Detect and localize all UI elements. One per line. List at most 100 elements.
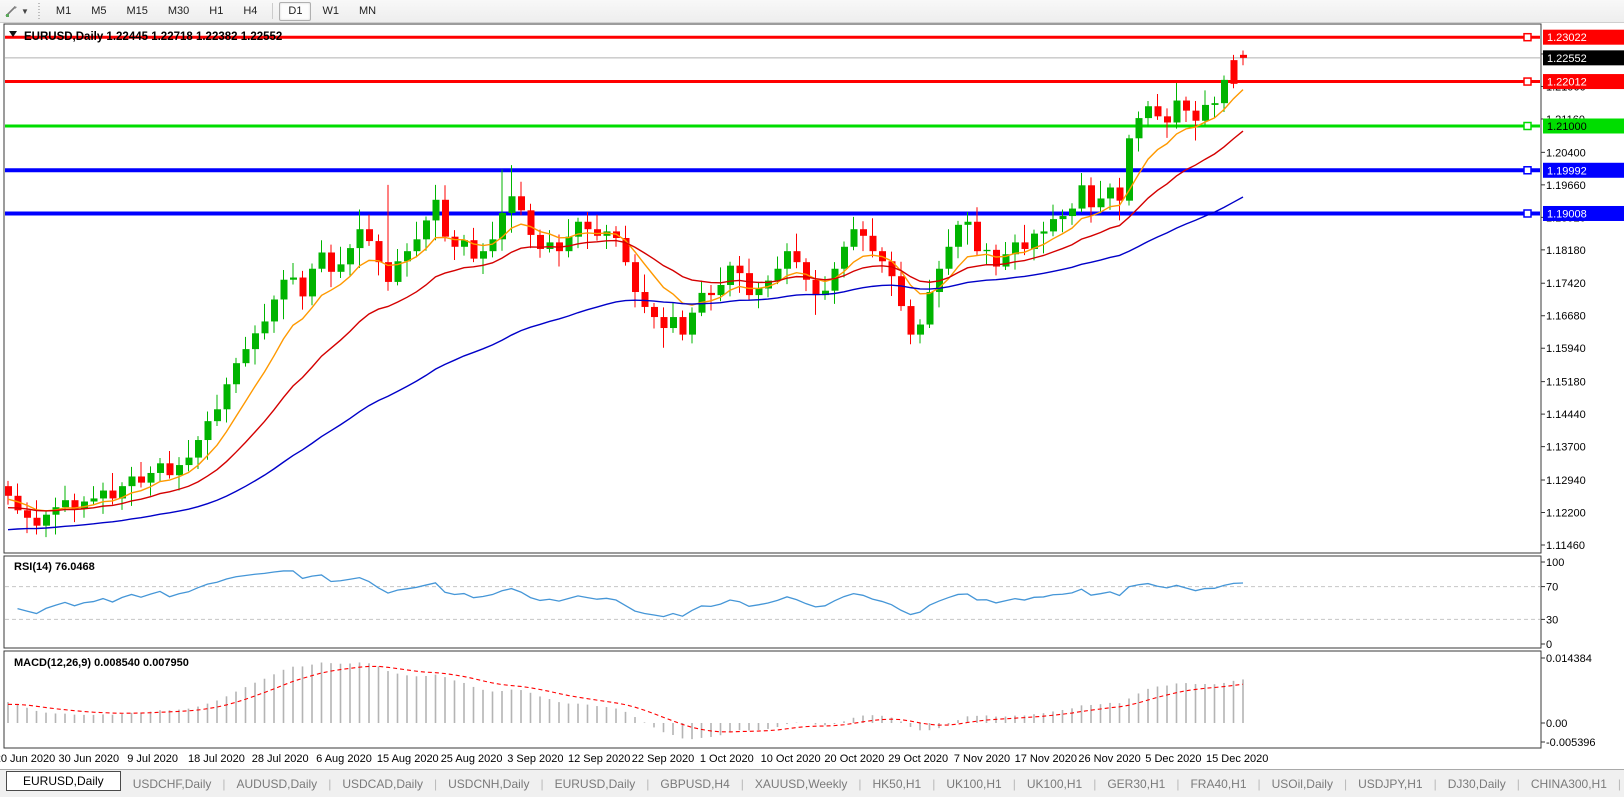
tab-gbpusd-h4[interactable]: GBPUSD,H4: [650, 774, 739, 794]
tab-ger30-h1[interactable]: GER30,H1: [1097, 774, 1175, 794]
candle-body: [737, 266, 744, 273]
candle-body: [224, 384, 231, 409]
timeframe-button-m15[interactable]: M15: [117, 2, 156, 21]
tab-usdjpy-h1[interactable]: USDJPY,H1: [1348, 774, 1432, 794]
candle-body: [262, 321, 269, 333]
candle-body: [1155, 106, 1162, 116]
timeframe-button-m1[interactable]: M1: [47, 2, 80, 21]
candle-body: [43, 515, 50, 526]
timeframe-button-mn[interactable]: MN: [350, 2, 385, 21]
candle-body: [661, 317, 668, 328]
date-label: 29 Oct 2020: [888, 753, 948, 765]
chevron-down-icon: ▼: [21, 7, 29, 16]
date-label: 15 Aug 2020: [377, 753, 439, 765]
candle-body: [1098, 198, 1105, 207]
line-endpoint-marker[interactable]: [1524, 210, 1531, 217]
candle-body: [642, 292, 649, 307]
tab-china300-h1[interactable]: CHINA300,H1: [1521, 774, 1617, 794]
candle-body: [490, 239, 497, 251]
chart-canvas[interactable]: EURUSD,Daily 1.22445 1.22718 1.22382 1.2…: [0, 0, 1624, 796]
candle-body: [984, 250, 991, 251]
line-endpoint-marker[interactable]: [1524, 123, 1531, 130]
candle-body: [1079, 185, 1086, 208]
candle-body: [110, 491, 117, 499]
main-price-pane: [4, 24, 1541, 553]
toolbar-grip[interactable]: [37, 3, 42, 19]
candle-body: [91, 498, 98, 501]
candle-body: [1117, 187, 1124, 200]
candle-body: [243, 349, 250, 363]
candle-body: [718, 285, 725, 295]
candle-body: [946, 247, 953, 269]
price-tick-label: 1.15180: [1546, 377, 1586, 389]
tab-eurusd-daily[interactable]: EURUSD,Daily: [6, 771, 121, 791]
candle-body: [746, 273, 753, 295]
candle-body: [965, 222, 972, 225]
timeframe-button-m30[interactable]: M30: [159, 2, 198, 21]
tab-dj30-daily[interactable]: DJ30,Daily: [1438, 774, 1516, 794]
price-badge-label: 1.22012: [1547, 77, 1587, 89]
candle-body: [347, 248, 354, 264]
date-label: 5 Dec 2020: [1145, 753, 1201, 765]
candle-body: [813, 280, 820, 295]
line-endpoint-marker[interactable]: [1524, 34, 1531, 41]
candle-body: [908, 306, 915, 335]
candle-body: [1231, 60, 1238, 84]
date-label: 28 Jul 2020: [252, 753, 309, 765]
timeframe-button-w1[interactable]: W1: [313, 2, 348, 21]
candle-body: [651, 307, 658, 317]
line-endpoint-marker[interactable]: [1524, 78, 1531, 85]
date-label: 15 Dec 2020: [1206, 753, 1268, 765]
timeframe-button-h4[interactable]: H4: [234, 2, 266, 21]
candle-body: [366, 229, 373, 241]
price-tick-label: 1.19660: [1546, 180, 1586, 192]
tab-usdcad-daily[interactable]: USDCAD,Daily: [332, 774, 433, 794]
candle-body: [756, 289, 763, 296]
candle-body: [917, 325, 924, 335]
tab-uk100-h1[interactable]: UK100,H1: [1017, 774, 1092, 794]
candle-body: [138, 476, 145, 482]
candle-body: [252, 333, 259, 349]
candle-body: [670, 317, 677, 328]
candle-body: [566, 237, 573, 251]
tab-eurusd-daily[interactable]: EURUSD,Daily: [545, 774, 646, 794]
price-tick-label: 1.14440: [1546, 409, 1586, 421]
rsi-axis-label: 100: [1546, 557, 1564, 569]
macd-label: MACD(12,26,9) 0.008540 0.007950: [14, 657, 189, 669]
candle-body: [499, 213, 506, 239]
candle-body: [1088, 185, 1095, 207]
candle-body: [357, 229, 364, 248]
candle-body: [214, 409, 221, 421]
macd-axis-label: 0.014384: [1546, 653, 1592, 665]
chart-tool-button[interactable]: ▼: [0, 0, 33, 22]
tab-usdcnh-daily[interactable]: USDCNH,Daily: [438, 774, 539, 794]
timeframe-toolbar: ▼ M1M5M15M30H1H4 D1W1MN: [0, 0, 1624, 23]
candle-body: [100, 491, 107, 499]
tab-usoil-daily[interactable]: USOil,Daily: [1262, 774, 1343, 794]
tab-audusd-daily[interactable]: AUDUSD,Daily: [227, 774, 328, 794]
line-endpoint-marker[interactable]: [1524, 167, 1531, 174]
tab-usdchf-daily[interactable]: USDCHF,Daily: [123, 774, 222, 794]
price-tick-label: 1.12200: [1546, 507, 1586, 519]
price-badge-label: 1.22552: [1547, 53, 1587, 65]
candle-body: [927, 292, 934, 325]
candle-body: [509, 196, 516, 213]
date-label: 7 Nov 2020: [954, 753, 1010, 765]
price-badge-label: 1.21000: [1547, 121, 1587, 133]
tab-uk100-h1[interactable]: UK100,H1: [936, 774, 1011, 794]
candle-body: [423, 220, 430, 239]
tab-xauusd-weekly[interactable]: XAUUSD,Weekly: [745, 774, 857, 794]
tab-hk50-h1[interactable]: HK50,H1: [862, 774, 931, 794]
timeframe-button-d1[interactable]: D1: [279, 2, 311, 21]
candle-body: [680, 317, 687, 335]
timeframe-button-h1[interactable]: H1: [200, 2, 232, 21]
timeframe-button-m5[interactable]: M5: [82, 2, 115, 21]
candle-body: [376, 241, 383, 262]
timeframe-buttons: M1M5M15M30H1H4 D1W1MN: [46, 2, 386, 21]
candle-body: [1212, 103, 1219, 105]
candle-body: [1202, 105, 1209, 121]
tab-fra40-h1[interactable]: FRA40,H1: [1180, 774, 1256, 794]
rsi-axis-label: 70: [1546, 582, 1558, 594]
candle-body: [433, 200, 440, 221]
rsi-axis-label: 30: [1546, 614, 1558, 626]
